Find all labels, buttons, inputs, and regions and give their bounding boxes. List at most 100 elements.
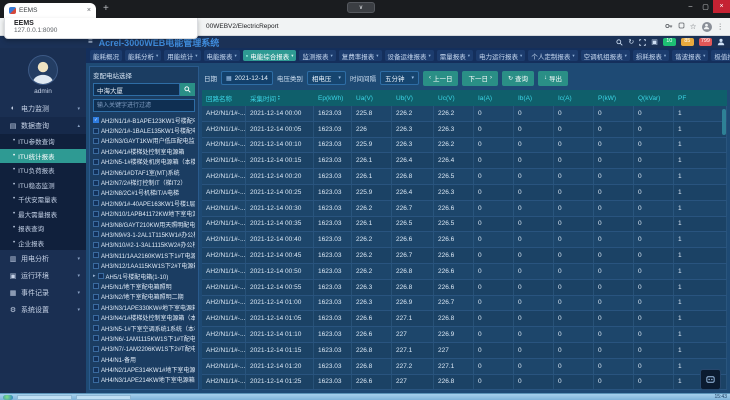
extension-icon[interactable]: [678, 22, 685, 31]
tree-item-14[interactable]: AH3/N12/1AA115KW1S下2#T电源箱: [93, 260, 195, 270]
tree-item-21[interactable]: AH3/N6/-1AM1115KW1S下1#T配电箱: [93, 333, 195, 343]
tree-checkbox[interactable]: [93, 190, 99, 196]
nav-item-0[interactable]: 能耗概况: [90, 50, 122, 61]
tree-item-6[interactable]: AH2/N7/2#梯灯控制IT（梯IT2）: [93, 177, 195, 187]
tree-checkbox[interactable]: [93, 159, 99, 165]
bookmark-star-icon[interactable]: ☆: [690, 23, 697, 31]
tree-checkbox[interactable]: [93, 180, 99, 186]
column-header-name[interactable]: 回路名称: [202, 93, 246, 103]
tree-checkbox[interactable]: [93, 263, 99, 269]
tree-item-18[interactable]: AH3/N3/1APE330KW#地下室电源箱: [93, 302, 195, 312]
tree-checkbox[interactable]: [93, 335, 99, 341]
tree-item-25[interactable]: AH4/N3/1APE214KW地下室电源箱: [93, 375, 195, 385]
tree-checkbox[interactable]: [93, 252, 99, 258]
nav-item-12[interactable]: 损耗报表▾: [633, 50, 669, 61]
sidebar-subitem-6[interactable]: •千伏安需量表: [0, 192, 86, 207]
window-close-button[interactable]: ×: [713, 0, 730, 13]
tree-item-7[interactable]: AH2/N8/2C#1号机梯IT/A电梯: [93, 188, 195, 198]
tree-filter-input[interactable]: [93, 99, 195, 112]
sidebar-subitem-7[interactable]: •最大需量报表: [0, 207, 86, 222]
taskbar-app-button[interactable]: [76, 395, 131, 400]
sort-icon[interactable]: ▴▾: [278, 95, 280, 101]
table-row[interactable]: AH2/N1/1#-...2021-12-14 00:001623.03225.…: [202, 106, 727, 122]
tab-close-icon[interactable]: ×: [87, 7, 91, 14]
tree-item-4[interactable]: AH2/N5-1#楼梯处机房电源箱（本楼）: [93, 157, 195, 167]
export-button[interactable]: ↓ 导出: [538, 71, 568, 86]
sidebar-subitem-4[interactable]: •ITU负荷报表: [0, 163, 86, 178]
nav-item-1[interactable]: 能耗分析▾: [125, 50, 161, 61]
column-header-ia[interactable]: Ia(A): [474, 95, 514, 102]
tree-item-13[interactable]: AH3/N11/1AA2160KW1S下1#T电源箱: [93, 250, 195, 260]
tree-checkbox[interactable]: [93, 356, 99, 362]
column-header-ua[interactable]: Ua(V): [352, 95, 392, 102]
column-header-uc[interactable]: Uc(V): [434, 95, 474, 102]
table-row[interactable]: AH2/N1/1#-...2021-12-14 01:001623.03226.…: [202, 296, 727, 312]
browser-profile-avatar[interactable]: [702, 22, 712, 32]
tree-checkbox[interactable]: [93, 221, 99, 227]
column-header-ib[interactable]: Ib(A): [514, 95, 554, 102]
alarm-badge-normal[interactable]: 10: [663, 38, 676, 46]
browser-url-bar[interactable]: EEMS 127.0.0.1:8090 00WEBV2/ElectricRepo…: [0, 18, 730, 36]
tree-checkbox[interactable]: [93, 138, 99, 144]
sidebar-subitem-3[interactable]: •ITU统计报表: [0, 149, 86, 164]
new-tab-button[interactable]: +: [103, 3, 109, 14]
nav-item-4[interactable]: ●电能综合报表▾: [243, 50, 297, 61]
column-header-ep[interactable]: Ep(kWh): [314, 95, 352, 102]
tree-checkbox[interactable]: [93, 231, 99, 237]
alarm-badge-critical[interactable]: 799: [699, 38, 712, 46]
nav-item-14[interactable]: 极值报表▾: [711, 50, 730, 61]
tree-checkbox[interactable]: [93, 128, 99, 134]
sidebar-subitem-2[interactable]: •ITU参数查询: [0, 134, 86, 149]
tree-checkbox[interactable]: [93, 211, 99, 217]
tree-checkbox[interactable]: [93, 283, 99, 289]
station-search-button[interactable]: [180, 83, 195, 96]
nav-item-8[interactable]: 需量报表▾: [437, 50, 473, 61]
tree-checkbox[interactable]: [93, 304, 99, 310]
tree-item-5[interactable]: AH2/N6/1#DTAF1室(MT)系统: [93, 167, 195, 177]
table-row[interactable]: AH2/N1/1#-...2021-12-14 01:101623.03226.…: [202, 327, 727, 343]
tree-item-16[interactable]: AH5/N1/地下室配电箱照明: [93, 281, 195, 291]
tree-item-2[interactable]: AH2/N3/GAYT1KW用户低压配电监测: [93, 136, 195, 146]
nav-item-2[interactable]: 用能统计▾: [164, 50, 200, 61]
table-row[interactable]: AH2/N1/1#-...2021-12-14 01:251623.03226.…: [202, 375, 727, 390]
floating-assistant-button[interactable]: [700, 369, 721, 390]
tree-item-22[interactable]: AH3/N7/-1AM2206KW1S下2#T配电箱: [93, 344, 195, 354]
window-minimize-button[interactable]: –: [683, 0, 698, 13]
tree-item-15[interactable]: ▸AH5/1号楼配电箱(1-10): [93, 271, 195, 281]
user-icon[interactable]: [717, 38, 725, 46]
nav-item-13[interactable]: 谐波报表▾: [672, 50, 708, 61]
nav-item-11[interactable]: 空调机组报表▾: [581, 50, 630, 61]
tab-search-dropdown-button[interactable]: ∨: [347, 2, 375, 13]
tree-checkbox[interactable]: [93, 346, 99, 352]
url-suggestion-dropdown[interactable]: EEMS 127.0.0.1:8090: [4, 18, 198, 39]
tree-item-3[interactable]: AH2/N4/1#楼梯处控制室电源箱: [93, 146, 195, 156]
table-row[interactable]: AH2/N1/1#-...2021-12-14 00:151623.03226.…: [202, 153, 727, 169]
alarm-badge-warning[interactable]: 85: [681, 38, 694, 46]
tree-item-1[interactable]: AH2/N2/1#-1BALE135KW1号楼配电箱: [93, 125, 195, 135]
table-row[interactable]: AH2/N1/1#-...2021-12-14 00:551623.03226.…: [202, 280, 727, 296]
search-icon[interactable]: [616, 39, 623, 46]
tree-checkbox[interactable]: ✓: [93, 117, 99, 123]
sidebar-item-0[interactable]: ◐电力监测▾: [0, 100, 86, 117]
table-row[interactable]: AH2/N1/1#-...2021-12-14 01:201623.03226.…: [202, 359, 727, 375]
table-row[interactable]: AH2/N1/1#-...2021-12-14 00:301623.03226.…: [202, 201, 727, 217]
key-icon[interactable]: [665, 22, 673, 32]
tree-checkbox[interactable]: [98, 273, 104, 279]
table-scrollbar-thumb[interactable]: [722, 109, 726, 135]
sidebar-subitem-8[interactable]: •报表查询: [0, 221, 86, 236]
table-row[interactable]: AH2/N1/1#-...2021-12-14 00:201623.03226.…: [202, 169, 727, 185]
query-button[interactable]: ↻ 查询: [502, 71, 534, 86]
tree-item-24[interactable]: AH4/N2/1APE314KW1#地下室电源箱: [93, 364, 195, 374]
date-input[interactable]: ▦ 2021-12-14: [221, 71, 273, 85]
tree-item-0[interactable]: ✓AH2/N1/1#-B1APE123KW1号楼配电箱: [93, 115, 195, 125]
station-select[interactable]: 中海大厦: [93, 83, 180, 96]
tree-item-11[interactable]: AH3/N9/#3-1-2AL1T115KW1#办公楼电源: [93, 229, 195, 239]
column-header-time[interactable]: 采集时间▴▾: [246, 93, 314, 103]
column-header-ub[interactable]: Ub(V): [392, 95, 434, 102]
screenshot-icon[interactable]: ▣: [651, 39, 658, 46]
tree-checkbox[interactable]: [93, 377, 99, 383]
window-maximize-button[interactable]: ▢: [698, 0, 713, 13]
nav-item-10[interactable]: 个人定制报表▾: [528, 50, 577, 61]
hamburger-menu-icon[interactable]: ≡: [88, 38, 93, 46]
tree-item-12[interactable]: AH3/N10/#2-1-3AL1115KW2#办公楼: [93, 240, 195, 250]
